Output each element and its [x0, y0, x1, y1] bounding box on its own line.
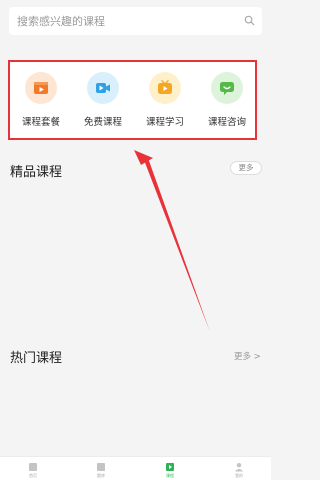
- question-bank-icon: [97, 463, 105, 471]
- search-icon[interactable]: [244, 15, 255, 26]
- featured-section-title: 精品课程: [10, 165, 63, 180]
- search-placeholder: 搜索感兴趣的课程: [17, 15, 105, 28]
- nav-label: 题库: [97, 473, 105, 478]
- search-bar: 搜索感兴趣的课程: [0, 0, 271, 42]
- nav-item-home[interactable]: 首页: [13, 459, 53, 480]
- category-course-package[interactable]: 课程套餐: [10, 62, 72, 138]
- category-course-study[interactable]: 课程学习: [134, 62, 196, 138]
- course-package-icon: [25, 72, 57, 104]
- category-label: 课程咨询: [207, 117, 246, 128]
- category-label: 课程套餐: [21, 117, 60, 128]
- nav-item-question-bank[interactable]: 题库: [81, 459, 121, 480]
- course-study-icon: [149, 72, 181, 104]
- category-label: 课程学习: [145, 117, 184, 128]
- hot-more-link[interactable]: 更多 >: [234, 350, 261, 362]
- free-video-icon: [87, 72, 119, 104]
- nav-item-course[interactable]: 课程: [150, 459, 190, 480]
- course-page: 搜索感兴趣的课程 课程套餐 免费课程 课程学习 课程咨询 精品课程 更多 热门课…: [0, 0, 271, 480]
- featured-more-button[interactable]: 更多: [230, 161, 262, 175]
- search-input[interactable]: 搜索感兴趣的课程: [9, 7, 262, 35]
- course-play-icon: [166, 463, 174, 471]
- category-grid: 课程套餐 免费课程 课程学习 课程咨询: [8, 60, 257, 140]
- bottom-nav: 首页 题库 课程 我的: [0, 456, 271, 480]
- nav-label: 课程: [166, 473, 174, 478]
- category-course-consult[interactable]: 课程咨询: [196, 62, 258, 138]
- hot-section-title: 热门课程: [10, 351, 63, 366]
- consult-chat-icon: [211, 72, 243, 104]
- profile-icon: [235, 463, 243, 472]
- nav-item-profile[interactable]: 我的: [219, 459, 259, 480]
- nav-label: 首页: [29, 473, 37, 478]
- home-icon: [29, 463, 37, 471]
- category-free-course[interactable]: 免费课程: [72, 62, 134, 138]
- nav-label: 我的: [235, 473, 243, 478]
- category-label: 免费课程: [83, 117, 122, 128]
